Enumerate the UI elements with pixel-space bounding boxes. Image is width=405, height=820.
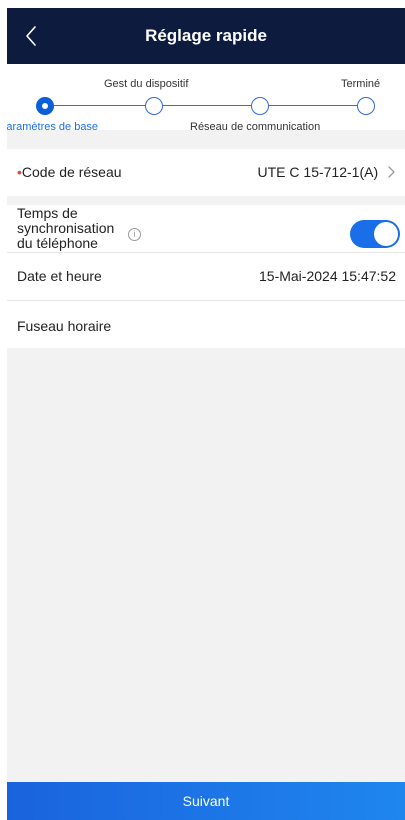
step-4-dot[interactable] (357, 97, 375, 115)
step-1-dot[interactable] (36, 97, 54, 115)
timezone-row[interactable]: Fuseau horaire (7, 301, 405, 348)
quick-setup-screen: Réglage rapide Paramètres de base Gest d… (7, 8, 405, 820)
app-header: Réglage rapide (7, 8, 405, 64)
grid-code-label: •Code de réseau (17, 164, 122, 180)
chevron-right-icon (388, 166, 395, 178)
step-2-label: Gest du dispositif (104, 78, 189, 90)
date-time-label: Date et heure (17, 268, 102, 284)
step-2-dot[interactable] (145, 97, 163, 115)
time-sync-row: Temps de synchronisation du téléphone i (7, 205, 405, 252)
grid-code-row[interactable]: •Code de réseau UTE C 15-712-1(A) (7, 149, 405, 196)
info-icon[interactable]: i (128, 228, 141, 241)
step-1-label: Paramètres de base (7, 121, 99, 133)
grid-code-value: UTE C 15-712-1(A) (258, 164, 396, 180)
step-3-dot[interactable] (251, 97, 269, 115)
date-time-row[interactable]: Date et heure 15-Mai-2024 15:47:52 (7, 253, 405, 300)
timezone-label: Fuseau horaire (17, 318, 112, 334)
date-time-value: 15-Mai-2024 15:47:52 (259, 268, 396, 284)
setup-stepper: Paramètres de base Gest du dispositif Ré… (7, 64, 405, 133)
toggle-knob (374, 222, 398, 246)
step-3-label: Réseau de communication (190, 121, 321, 133)
time-sync-label: Temps de synchronisation du téléphone (17, 205, 115, 251)
page-title: Réglage rapide (145, 26, 267, 45)
stepper-track (45, 105, 370, 106)
next-button[interactable]: Suivant (7, 782, 405, 820)
step-4-label: Terminé (341, 78, 381, 90)
time-sync-toggle[interactable] (350, 220, 400, 248)
